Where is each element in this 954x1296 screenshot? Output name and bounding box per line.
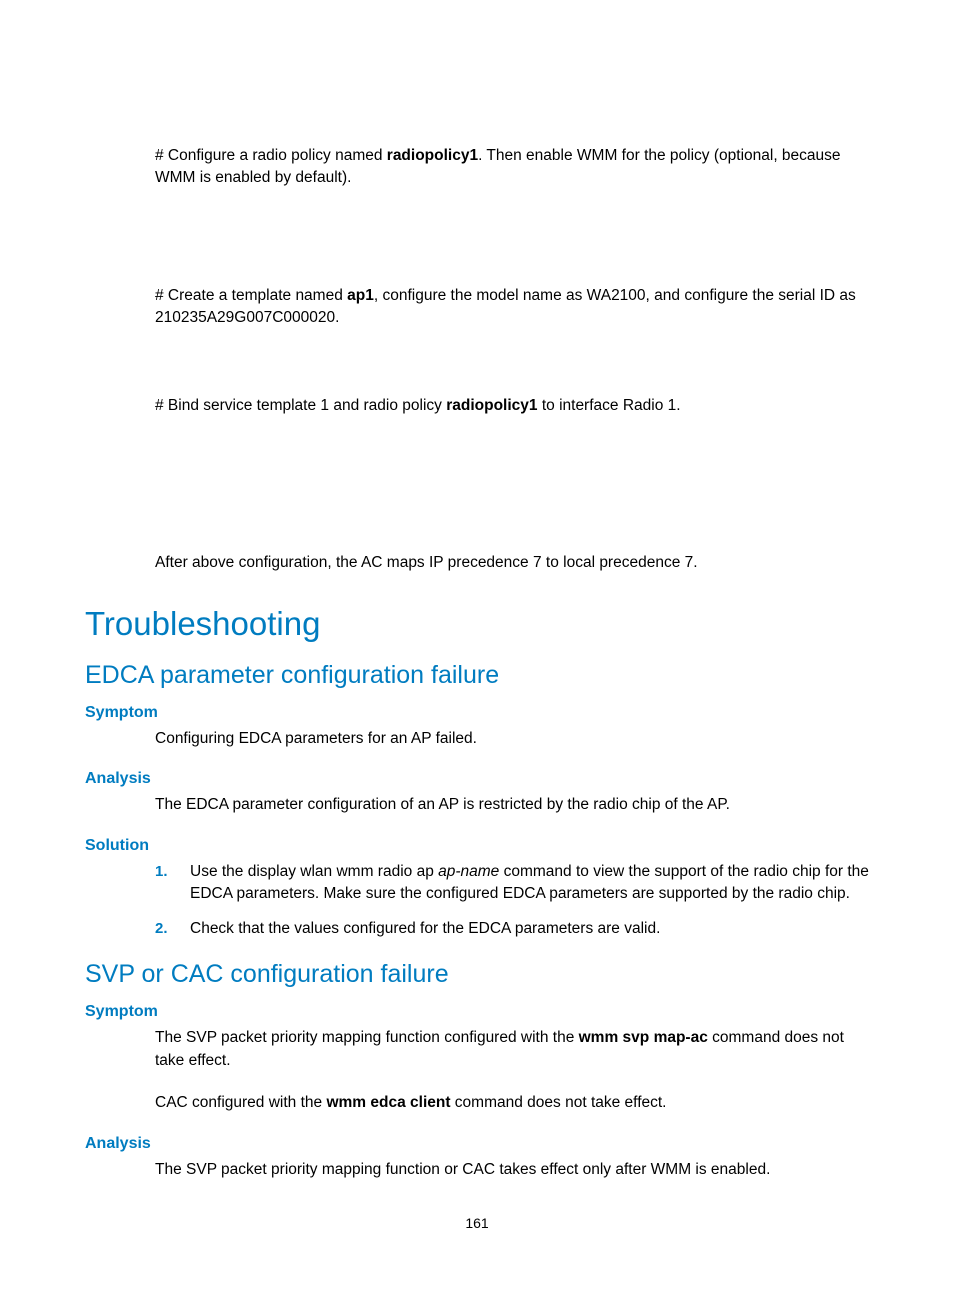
text: # Create a template named	[155, 287, 347, 304]
text: CAC configured with the	[155, 1094, 326, 1111]
heading-analysis: Analysis	[85, 1135, 869, 1153]
bold-text: radiopolicy1	[446, 397, 537, 414]
list-item: Use the display wlan wmm radio ap ap-nam…	[155, 861, 869, 906]
heading-symptom: Symptom	[85, 1003, 869, 1021]
solution-list: Use the display wlan wmm radio ap ap-nam…	[85, 861, 869, 940]
spacer	[85, 350, 869, 395]
paragraph: # Create a template named ap1, configure…	[85, 285, 869, 330]
heading-analysis: Analysis	[85, 770, 869, 788]
text: Use the	[190, 863, 248, 880]
paragraph: The EDCA parameter configuration of an A…	[85, 794, 869, 816]
paragraph: CAC configured with the wmm edca client …	[85, 1092, 869, 1114]
paragraph: Configuring EDCA parameters for an AP fa…	[85, 728, 869, 750]
italic-text: ap-name	[434, 863, 499, 880]
paragraph: The SVP packet priority mapping function…	[85, 1027, 869, 1072]
heading-troubleshooting: Troubleshooting	[85, 605, 869, 643]
bold-text: display wlan wmm radio ap	[248, 863, 434, 880]
document-page: # Configure a radio policy named radiopo…	[0, 0, 954, 1296]
bold-text: radiopolicy1	[387, 147, 478, 164]
bold-text: ap1	[347, 287, 374, 304]
text: command does not take effect.	[451, 1094, 667, 1111]
text: The SVP packet priority mapping function…	[155, 1029, 579, 1046]
heading-symptom: Symptom	[85, 704, 869, 722]
heading-edca-failure: EDCA parameter configuration failure	[85, 661, 869, 690]
paragraph: # Bind service template 1 and radio poli…	[85, 395, 869, 417]
text: to interface Radio 1.	[538, 397, 681, 414]
bold-text: wmm svp map-ac	[579, 1029, 708, 1046]
paragraph: # Configure a radio policy named radiopo…	[85, 145, 869, 190]
page-number: 161	[0, 1215, 954, 1231]
heading-solution: Solution	[85, 837, 869, 855]
list-item: Check that the values configured for the…	[155, 918, 869, 940]
text: # Configure a radio policy named	[155, 147, 387, 164]
heading-svp-cac-failure: SVP or CAC configuration failure	[85, 960, 869, 989]
spacer	[85, 210, 869, 285]
bold-text: wmm edca client	[326, 1094, 450, 1111]
paragraph: After above configuration, the AC maps I…	[85, 552, 869, 574]
paragraph: The SVP packet priority mapping function…	[85, 1159, 869, 1181]
text: # Bind service template 1 and radio poli…	[155, 397, 446, 414]
spacer	[85, 437, 869, 552]
